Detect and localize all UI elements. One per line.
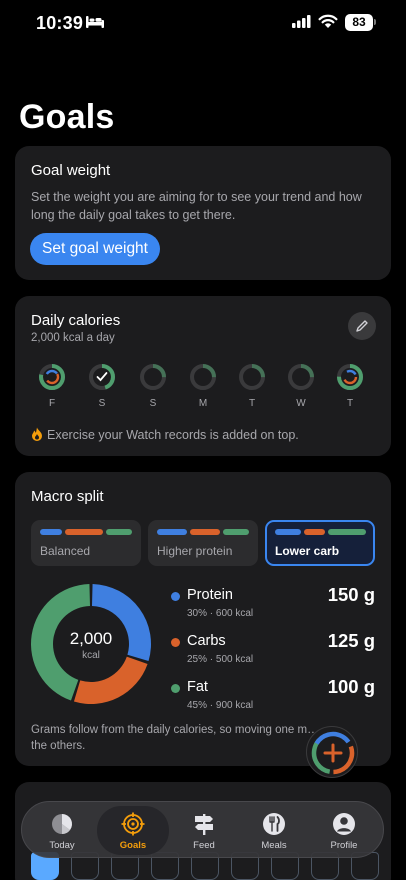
donut-total-unit: kcal (82, 650, 100, 661)
fork-knife-icon (263, 813, 285, 835)
macro-detail: 25% · 500 kcal (187, 654, 254, 665)
fat-dot (171, 684, 180, 693)
preset-higher-protein[interactable]: Higher protein (148, 520, 258, 566)
preset-split-bar (40, 529, 132, 535)
page-title: Goals (19, 98, 115, 136)
day-ring-icon (89, 364, 115, 390)
tab-label: Profile (330, 840, 358, 851)
day-ring-icon (337, 364, 363, 390)
protein-dot (171, 592, 180, 601)
day-ring-fri[interactable]: F (37, 362, 67, 410)
macro-detail: 30% · 600 kcal (187, 608, 254, 619)
preset-lower-carb[interactable]: Lower carb (265, 520, 375, 566)
daily-calories-card: Daily calories 2,000 kcal a day F S S M … (15, 296, 391, 456)
preset-balanced[interactable]: Balanced (31, 520, 141, 566)
day-ring-icon (190, 364, 216, 390)
tab-bar: Today Goals Feed Meals Profile (21, 801, 384, 858)
day-ring-sun[interactable]: S (138, 362, 168, 410)
carbs-dot (171, 638, 180, 647)
macro-name: Fat (187, 679, 208, 695)
donut-slice-carbs (73, 656, 148, 704)
macro-donut-chart: 2,000 kcal (29, 582, 153, 706)
tab-goals[interactable]: Goals (97, 806, 169, 855)
cellular-signal-icon (292, 15, 311, 28)
preset-label: Balanced (40, 544, 91, 558)
day-ring-tue[interactable]: T (237, 362, 267, 410)
day-label: T (248, 398, 256, 409)
goal-weight-card: Goal weight Set the weight you are aimin… (15, 146, 391, 280)
flame-icon (32, 427, 42, 441)
macro-name: Protein (187, 587, 233, 603)
day-label: F (48, 398, 56, 409)
tab-label: Goals (119, 840, 147, 851)
preset-split-bar (157, 529, 249, 535)
battery-tip (374, 19, 376, 25)
macro-split-card: Macro split Balanced Higher protein Lowe… (15, 472, 391, 766)
day-ring-thu[interactable]: T (335, 362, 365, 410)
battery-indicator: 83 (345, 14, 373, 31)
day-ring-sat[interactable]: S (87, 362, 117, 410)
sleep-focus-icon (86, 16, 104, 28)
set-goal-weight-button[interactable]: Set goal weight (30, 233, 160, 265)
tab-label: Today (49, 840, 75, 851)
macro-row-protein: Protein 30% · 600 kcal 150 g (170, 584, 375, 626)
macro-grams: 125 g (327, 630, 375, 651)
signpost-icon (195, 814, 213, 835)
day-ring-icon (39, 364, 65, 390)
day-label: T (346, 398, 354, 409)
tab-feed[interactable]: Feed (168, 802, 240, 859)
day-label: S (98, 398, 106, 409)
day-ring-icon (288, 364, 314, 390)
day-ring-icon (140, 364, 166, 390)
target-icon (121, 812, 145, 836)
exercise-note: Exercise your Watch records is added on … (31, 427, 299, 442)
tab-meals[interactable]: Meals (238, 802, 310, 859)
daily-calories-title: Daily calories (31, 312, 121, 329)
day-label: W (296, 398, 306, 409)
preset-label: Lower carb (275, 544, 340, 558)
edit-calories-button[interactable] (348, 312, 376, 340)
day-ring-icon (239, 364, 265, 390)
donut-total-value: 2,000 (69, 629, 113, 648)
day-ring-wed[interactable]: W (286, 362, 316, 410)
preset-split-bar (275, 529, 367, 535)
day-ring-mon[interactable]: M (188, 362, 218, 410)
person-icon (333, 813, 355, 835)
status-bar: 10:39 83 (0, 0, 406, 50)
status-time: 10:39 (36, 13, 84, 33)
macro-footnote: Grams follow from the daily calories, so… (31, 724, 319, 752)
day-label: S (149, 398, 157, 409)
macro-name: Carbs (187, 633, 226, 649)
macro-row-fat: Fat 45% · 900 kcal 100 g (170, 676, 375, 718)
wifi-icon (318, 14, 338, 28)
exercise-note-text: Exercise your Watch records is added on … (47, 428, 299, 442)
macro-grams: 100 g (327, 676, 375, 697)
add-ring-icon (311, 731, 355, 775)
tab-label: Feed (193, 840, 215, 851)
goal-weight-title: Goal weight (31, 162, 111, 179)
today-ring-icon (52, 814, 72, 834)
check-icon (96, 372, 108, 382)
preset-label: Higher protein (157, 544, 233, 558)
macro-detail: 45% · 900 kcal (187, 700, 254, 711)
pencil-icon (356, 320, 368, 332)
macro-grams: 150 g (327, 584, 375, 605)
macro-split-title: Macro split (31, 488, 104, 505)
tab-label: Meals (261, 840, 287, 851)
macro-row-carbs: Carbs 25% · 500 kcal 125 g (170, 630, 375, 672)
quick-add-button[interactable] (306, 726, 358, 778)
tab-profile[interactable]: Profile (308, 802, 380, 859)
tab-today[interactable]: Today (26, 802, 98, 859)
daily-calories-subtitle: 2,000 kcal a day (31, 332, 115, 344)
day-label: M (198, 398, 208, 409)
goal-weight-description: Set the weight you are aiming for to see… (31, 190, 362, 222)
